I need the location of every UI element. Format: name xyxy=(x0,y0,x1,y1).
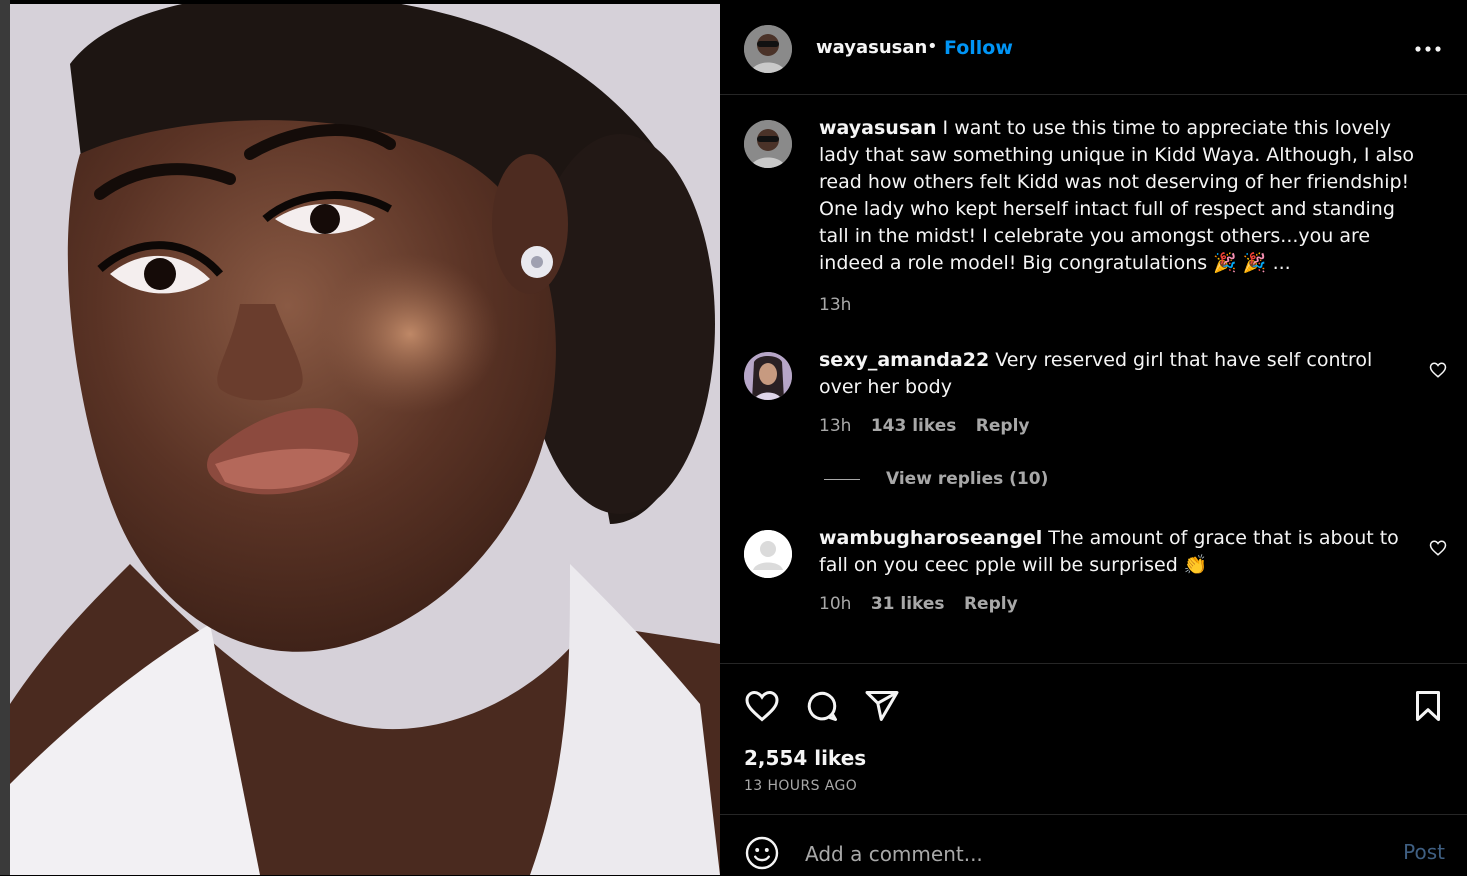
avatar-image xyxy=(744,352,792,400)
portrait-illustration xyxy=(10,4,720,875)
avatar-image xyxy=(744,25,792,73)
caption-meta: 13h xyxy=(819,295,865,315)
replies-divider xyxy=(824,478,860,480)
comment-likes[interactable]: 31 likes xyxy=(871,594,945,614)
comment-meta: 10h 31 likes Reply xyxy=(819,594,1032,614)
post-comment-button[interactable]: Post xyxy=(1403,840,1445,864)
likes-count[interactable]: 2,554 likes xyxy=(744,746,866,770)
add-comment-bar: Post xyxy=(720,814,1467,876)
caption-text: wayasusan I want to use this time to app… xyxy=(819,115,1419,277)
comment-text: wambugharoseangel The amount of grace th… xyxy=(819,525,1419,579)
view-replies-button[interactable]: View replies (10) xyxy=(824,469,1048,489)
comment-bubble-icon[interactable] xyxy=(804,688,840,724)
comment-username[interactable]: wambugharoseangel xyxy=(819,527,1042,549)
post-timestamp[interactable]: 13 HOURS AGO xyxy=(744,778,857,794)
avatar[interactable] xyxy=(744,352,792,400)
smiley-icon[interactable] xyxy=(744,835,780,871)
backdrop-strip xyxy=(0,0,10,875)
post-image[interactable] xyxy=(10,4,720,875)
comment-time[interactable]: 13h xyxy=(819,416,851,436)
comment-likes[interactable]: 143 likes xyxy=(871,416,957,436)
caption-time[interactable]: 13h xyxy=(819,295,851,315)
comment-like-heart-icon[interactable] xyxy=(1429,361,1447,379)
default-avatar-icon xyxy=(744,530,792,578)
view-replies-label: View replies (10) xyxy=(886,469,1049,489)
comments-list[interactable]: wayasusan I want to use this time to app… xyxy=(720,95,1467,662)
heart-icon[interactable] xyxy=(744,688,780,724)
caption-username[interactable]: wayasusan xyxy=(819,117,937,139)
post-actions: 2,554 likes 13 HOURS AGO xyxy=(720,663,1467,814)
comment-time[interactable]: 10h xyxy=(819,594,851,614)
comment-meta: 13h 143 likes Reply xyxy=(819,416,1043,436)
avatar[interactable] xyxy=(744,120,792,168)
post-author-username[interactable]: wayasusan xyxy=(816,37,927,58)
comment-like-heart-icon[interactable] xyxy=(1429,539,1447,557)
avatar[interactable] xyxy=(744,530,792,578)
post-detail-panel: wayasusan • Follow wayasusan I want to u… xyxy=(720,4,1467,875)
avatar-image xyxy=(744,120,792,168)
avatar[interactable] xyxy=(744,25,792,73)
more-dots-icon[interactable] xyxy=(1415,34,1441,59)
bookmark-icon[interactable] xyxy=(1410,688,1446,724)
follow-button[interactable]: Follow xyxy=(944,37,1013,59)
reply-button[interactable]: Reply xyxy=(976,416,1030,436)
separator-dot: • xyxy=(927,36,938,57)
comment-username[interactable]: sexy_amanda22 xyxy=(819,349,989,371)
post-header: wayasusan • Follow xyxy=(720,4,1467,95)
reply-button[interactable]: Reply xyxy=(964,594,1018,614)
paper-plane-icon[interactable] xyxy=(864,688,900,724)
comment-input[interactable] xyxy=(803,835,1367,873)
comment-text: sexy_amanda22 Very reserved girl that ha… xyxy=(819,347,1419,401)
caption-body: I want to use this time to appreciate th… xyxy=(819,117,1414,274)
